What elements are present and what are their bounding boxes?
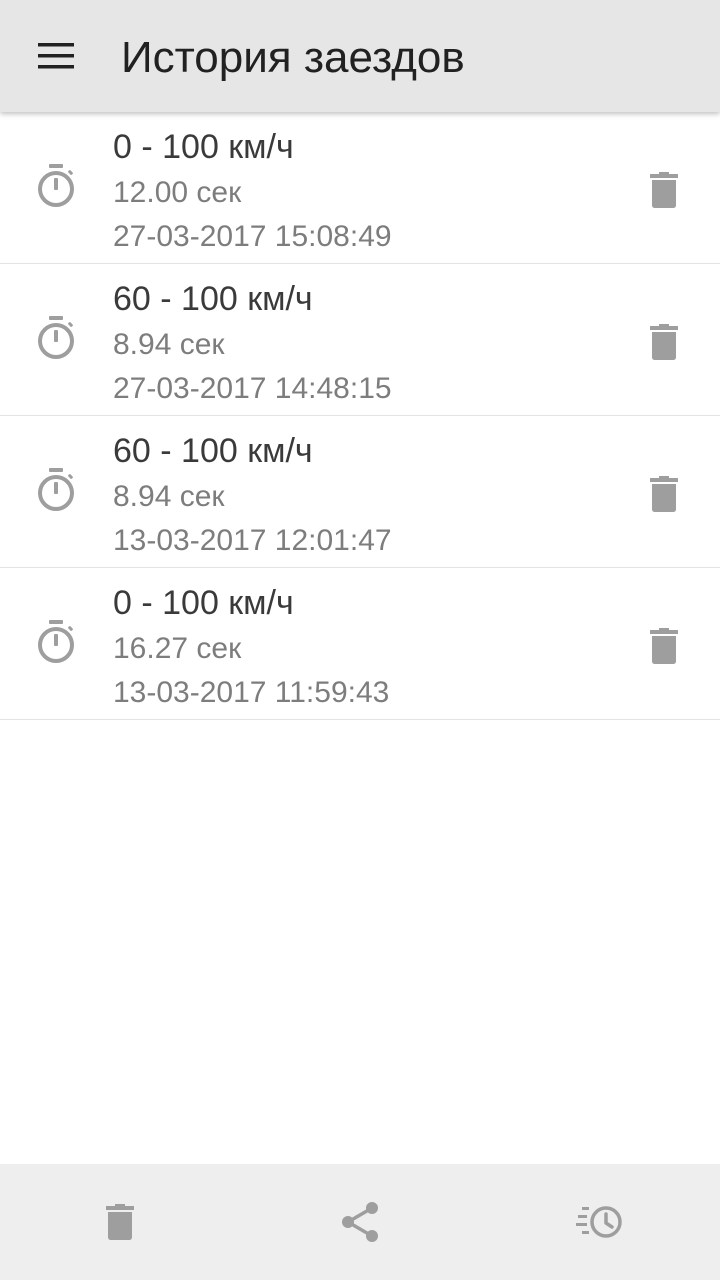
delete-run-button[interactable]	[636, 162, 692, 218]
page-title: История заездов	[121, 33, 465, 82]
trash-icon	[650, 324, 678, 360]
list-item[interactable]: 0 - 100 км/ч 12.00 сек 27-03-2017 15:08:…	[0, 112, 720, 264]
run-title: 0 - 100 км/ч	[113, 584, 294, 622]
history-button[interactable]	[572, 1194, 628, 1250]
runs-list: 0 - 100 км/ч 12.00 сек 27-03-2017 15:08:…	[0, 112, 720, 720]
list-item[interactable]: 60 - 100 км/ч 8.94 сек 27-03-2017 14:48:…	[0, 264, 720, 416]
toolbar: История заездов	[0, 0, 720, 112]
run-time: 12.00 сек	[113, 176, 242, 209]
run-date: 13-03-2017 12:01:47	[113, 524, 392, 557]
trash-icon	[650, 476, 678, 512]
run-title: 60 - 100 км/ч	[113, 432, 313, 470]
stopwatch-icon	[34, 314, 78, 362]
delete-run-button[interactable]	[636, 314, 692, 370]
run-date: 27-03-2017 14:48:15	[113, 372, 392, 405]
delete-run-button[interactable]	[636, 618, 692, 674]
stopwatch-icon	[34, 618, 78, 666]
stopwatch-icon	[34, 466, 78, 514]
share-icon	[342, 1202, 378, 1242]
run-date: 27-03-2017 15:08:49	[113, 220, 392, 253]
trash-icon	[650, 172, 678, 208]
run-title: 60 - 100 км/ч	[113, 280, 313, 318]
trash-icon	[106, 1204, 134, 1240]
run-time: 8.94 сек	[113, 328, 225, 361]
run-time: 16.27 сек	[113, 632, 242, 665]
run-time: 8.94 сек	[113, 480, 225, 513]
trash-icon	[650, 628, 678, 664]
delete-all-button[interactable]	[92, 1194, 148, 1250]
run-date: 13-03-2017 11:59:43	[113, 676, 390, 709]
list-item[interactable]: 60 - 100 км/ч 8.94 сек 13-03-2017 12:01:…	[0, 416, 720, 568]
share-button[interactable]	[332, 1194, 388, 1250]
run-title: 0 - 100 км/ч	[113, 128, 294, 166]
stopwatch-icon	[34, 162, 78, 210]
list-item[interactable]: 0 - 100 км/ч 16.27 сек 13-03-2017 11:59:…	[0, 568, 720, 720]
bottom-action-bar	[0, 1164, 720, 1280]
app-screen: История заездов 0 - 100 км/ч 12.00 сек 2…	[0, 0, 720, 1280]
history-icon	[576, 1206, 622, 1238]
delete-run-button[interactable]	[636, 466, 692, 522]
menu-icon[interactable]	[20, 20, 92, 92]
